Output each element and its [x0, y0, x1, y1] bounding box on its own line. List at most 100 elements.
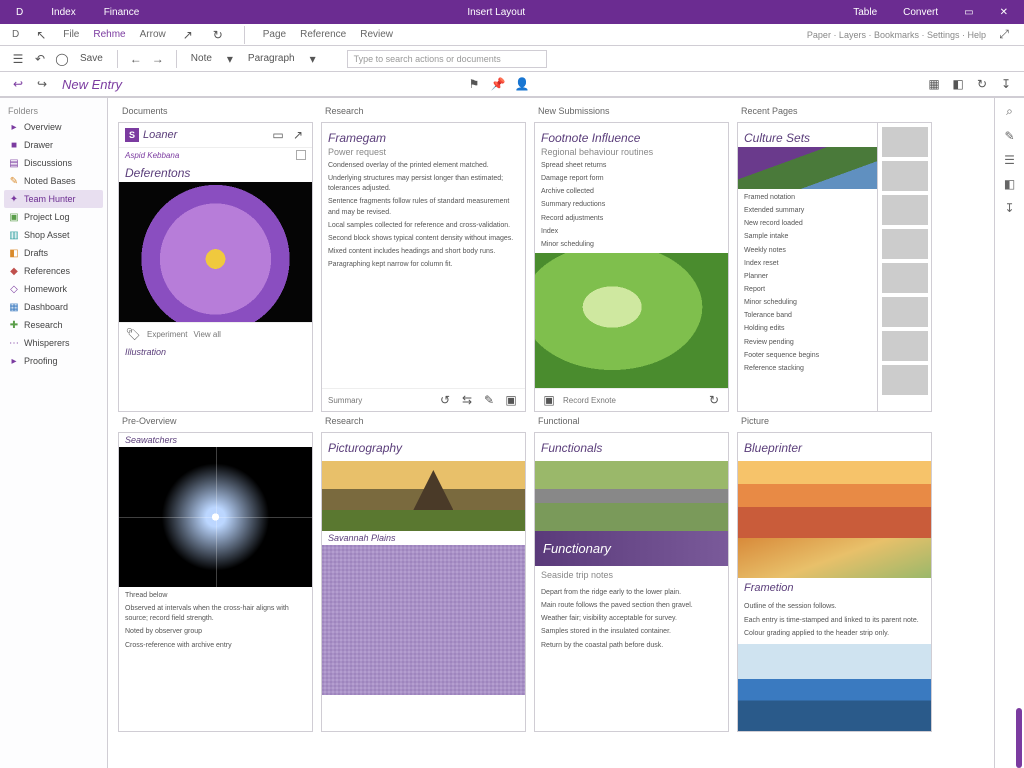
card-more-icon[interactable]: ↗ — [290, 127, 306, 143]
thumbnail[interactable] — [882, 127, 928, 157]
title-right-1[interactable]: Convert — [895, 5, 946, 20]
sidebar-item-label: References — [24, 266, 70, 276]
card-row-bottom: Seawatchers Thread belowObserved at inte… — [118, 432, 988, 732]
title-tab-1[interactable]: Index — [43, 5, 83, 20]
ribbon-tab-5[interactable]: Page — [263, 29, 286, 40]
person-icon[interactable]: 👤 — [514, 76, 530, 92]
card-picturography[interactable]: Picturography Savannah Plains — [321, 432, 526, 732]
ribbon-tab-6[interactable]: Reference — [300, 29, 346, 40]
chevron-down-icon[interactable]: ▾ — [222, 51, 238, 67]
pin-icon[interactable]: 📌 — [490, 76, 506, 92]
sidebar-item-13[interactable]: ▸ Proofing — [4, 352, 103, 370]
title-tab-2[interactable]: Finance — [96, 5, 148, 20]
thumbnail[interactable] — [882, 365, 928, 395]
scrollbar-thumb[interactable] — [1016, 708, 1022, 768]
box-icon[interactable] — [296, 150, 306, 160]
arrow-left-icon[interactable]: ← — [128, 51, 144, 67]
thumbnail[interactable] — [882, 195, 928, 225]
sidebar-item-8[interactable]: ◆References — [4, 262, 103, 280]
footer-item-0[interactable]: Experiment — [147, 330, 187, 339]
sync-icon[interactable]: ↻ — [210, 27, 226, 43]
sidebar-item-0[interactable]: ▸Overview — [4, 118, 103, 136]
title-right-0[interactable]: Table — [845, 5, 885, 20]
card-heading: Deferentons — [119, 166, 312, 180]
ribbon-tab-0[interactable]: D — [12, 29, 19, 40]
tool-paragraph[interactable]: Paragraph — [244, 53, 299, 64]
sidebar-item-10[interactable]: ▦Dashboard — [4, 298, 103, 316]
thumbnail[interactable] — [882, 161, 928, 191]
down-icon[interactable]: ↧ — [998, 76, 1014, 92]
back-icon[interactable]: ↩ — [10, 76, 26, 92]
sidebar-item-9[interactable]: ◇Homework — [4, 280, 103, 298]
sidebar-item-11[interactable]: ✚Research — [4, 316, 103, 334]
arrow-right-icon[interactable]: → — [150, 51, 166, 67]
ribbon-tab-7[interactable]: Review — [360, 29, 393, 40]
thumbnail[interactable] — [882, 229, 928, 259]
card-heading: Culture Sets — [738, 127, 877, 145]
sidebar-item-label: Drawer — [24, 140, 53, 150]
swap-icon[interactable]: ⇆ — [459, 392, 475, 408]
sidebar-item-6[interactable]: ▥Shop Asset — [4, 226, 103, 244]
flag-icon[interactable]: ⚑ — [466, 76, 482, 92]
rail-search-icon[interactable]: ⌕ — [1006, 104, 1013, 119]
sidebar-item-label: Noted Bases — [24, 176, 76, 186]
note-icon[interactable]: ▣ — [541, 392, 557, 408]
tool-note[interactable]: Note — [187, 53, 216, 64]
thumbnail[interactable] — [882, 263, 928, 293]
title-tab-0[interactable]: D — [8, 5, 31, 20]
sidebar-item-label: Proofing — [24, 356, 58, 366]
chevron-down-icon[interactable]: ▾ — [305, 51, 321, 67]
card-functionals[interactable]: Functionals Functionary Seaside trip not… — [534, 432, 729, 732]
colhead-1: Research — [325, 106, 530, 116]
sidebar-item-2[interactable]: ▤Discussions — [4, 154, 103, 172]
thumbnail[interactable] — [882, 331, 928, 361]
minimize-icon[interactable]: ▭ — [956, 5, 981, 20]
refresh-icon[interactable]: ↻ — [706, 392, 722, 408]
sidebar-icon: ▸ — [8, 355, 20, 367]
edit-icon[interactable]: ✎ — [481, 392, 497, 408]
sidebar-item-label: Discussions — [24, 158, 72, 168]
grid-icon[interactable]: ▣ — [503, 392, 519, 408]
pointer-icon[interactable]: ↖ — [33, 27, 49, 43]
card-blueprinter[interactable]: Blueprinter Frametion Outline of the ses… — [737, 432, 932, 732]
image-banner — [738, 147, 877, 189]
close-icon[interactable]: ✕ — [992, 5, 1016, 20]
forward-icon[interactable]: ↪ — [34, 76, 50, 92]
sidebar-item-5[interactable]: ▣Project Log — [4, 208, 103, 226]
rail-list-icon[interactable]: ☰ — [1004, 153, 1015, 167]
tool-save[interactable]: Save — [76, 53, 107, 64]
search-input[interactable]: Type to search actions or documents — [347, 50, 547, 68]
tag-icon[interactable]: 🏷 — [125, 326, 141, 342]
sidebar-item-12[interactable]: ⋯Whisperers — [4, 334, 103, 352]
rail-edit-icon[interactable]: ✎ — [1004, 129, 1014, 143]
card-flower[interactable]: S Loaner ▭ ↗ Aspid Kebbana Deferentons 🏷… — [118, 122, 313, 412]
colhead2-2: Functional — [538, 416, 733, 426]
ribbon-tab-2[interactable]: Rehme — [93, 29, 125, 40]
cursor-icon[interactable]: ↶ — [32, 51, 48, 67]
card-star[interactable]: Seawatchers Thread belowObserved at inte… — [118, 432, 313, 732]
ribbon-tab-1[interactable]: File — [63, 29, 79, 40]
undo-icon[interactable]: ↺ — [437, 392, 453, 408]
expand-icon[interactable]: ⤢ — [996, 27, 1012, 43]
rail-panel-icon[interactable]: ◧ — [1004, 177, 1015, 191]
card-leaf[interactable]: Footnote Influence Regional behaviour ro… — [534, 122, 729, 412]
refresh-icon[interactable]: ↻ — [974, 76, 990, 92]
sidebar-item-4[interactable]: ✦Team Hunter — [4, 190, 103, 208]
sidebar-item-3[interactable]: ✎Noted Bases — [4, 172, 103, 190]
card-text[interactable]: Framegam Power request Condensed overlay… — [321, 122, 526, 412]
grid-icon[interactable]: ▦ — [926, 76, 942, 92]
column-headers: Documents Research New Submissions Recen… — [118, 106, 988, 118]
footer-item-1[interactable]: View all — [193, 330, 220, 339]
card-culture[interactable]: Culture Sets Framed notationExtended sum… — [737, 122, 932, 412]
thumbnail[interactable] — [882, 297, 928, 327]
menu-icon[interactable]: ☰ — [10, 51, 26, 67]
lasso-icon[interactable]: ◯ — [54, 51, 70, 67]
ribbon-tab-3[interactable]: Arrow — [140, 29, 166, 40]
rail-download-icon[interactable]: ↧ — [1004, 201, 1014, 215]
card-action-icon[interactable]: ▭ — [270, 127, 286, 143]
layout-icon[interactable]: ◧ — [950, 76, 966, 92]
app-title: Insert Layout — [159, 7, 833, 18]
sidebar-item-7[interactable]: ◧Drafts — [4, 244, 103, 262]
share-icon[interactable]: ↗ — [180, 27, 196, 43]
sidebar-item-1[interactable]: ■Drawer — [4, 136, 103, 154]
